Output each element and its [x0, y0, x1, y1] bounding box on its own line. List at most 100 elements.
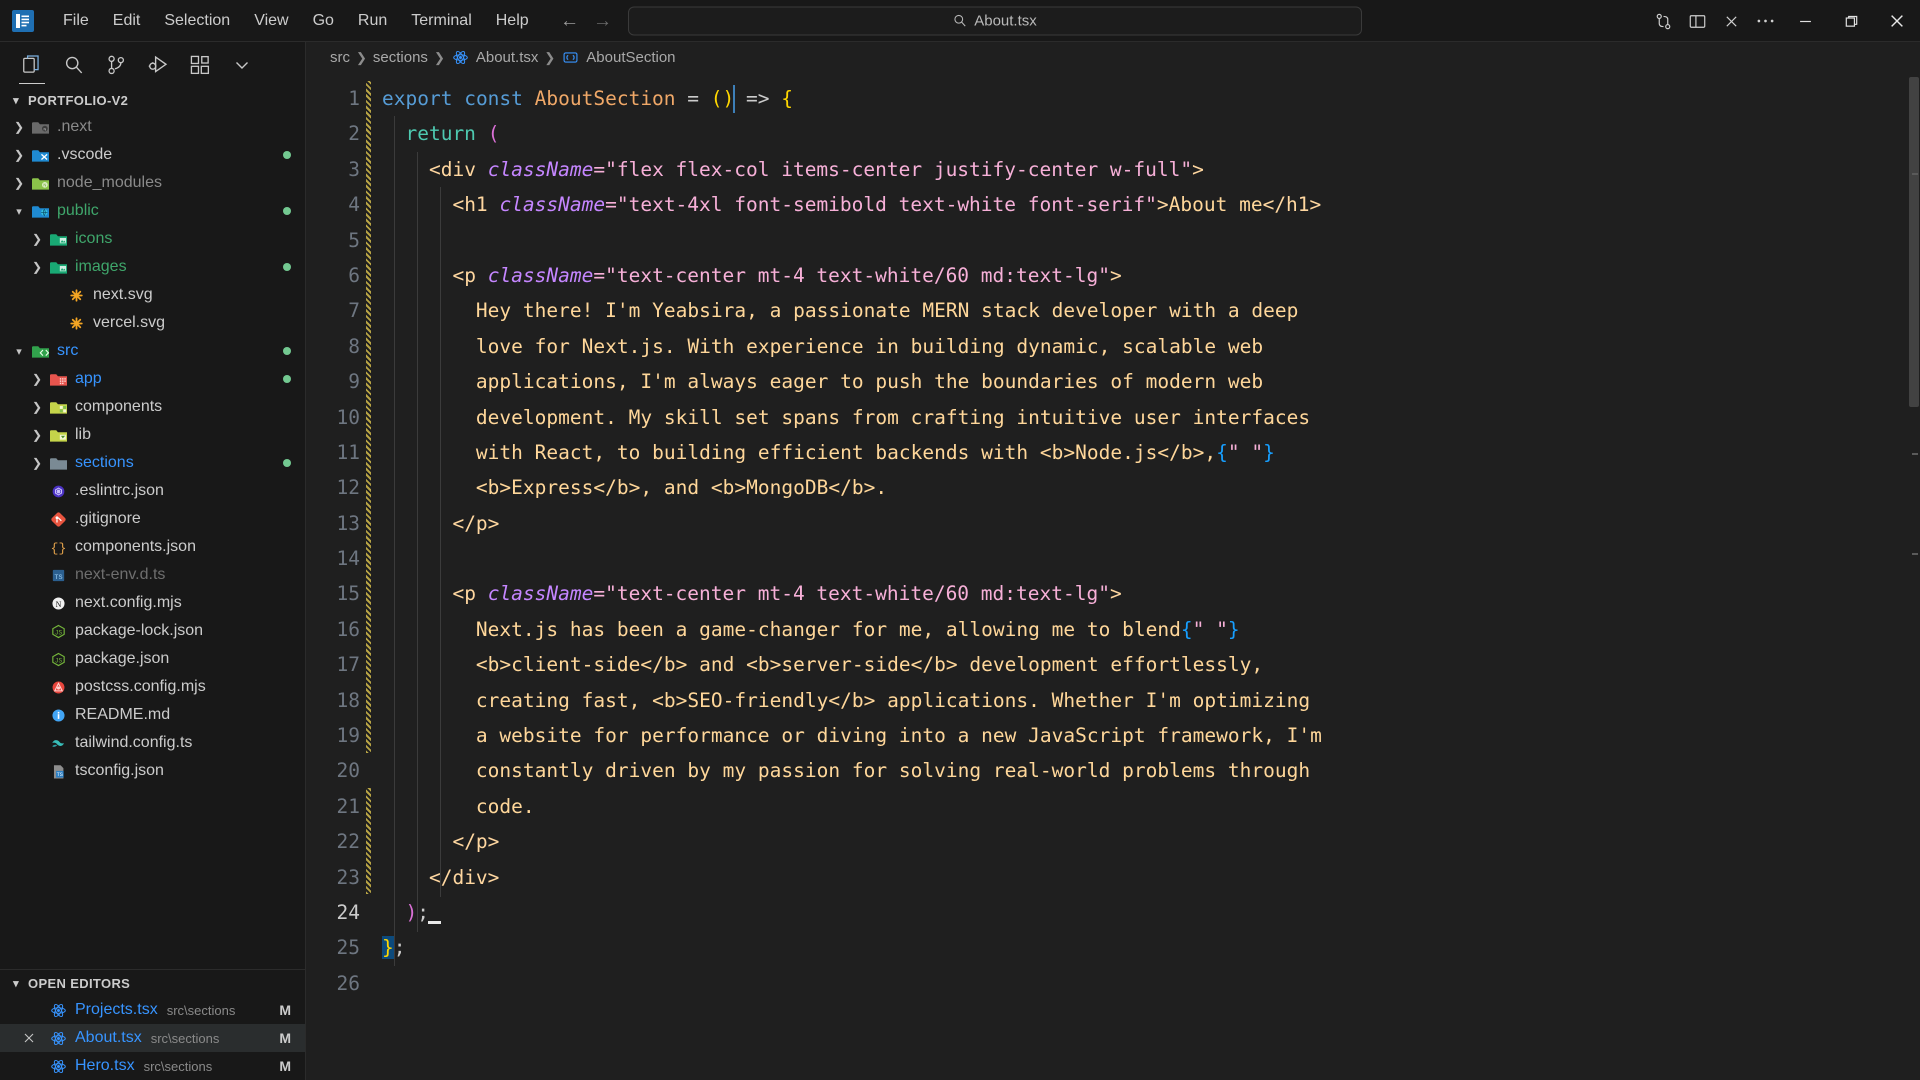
tree-folder-node-modules[interactable]: ❯ Nnode_modules	[0, 169, 305, 197]
code-line[interactable]	[382, 966, 1920, 1001]
code-line[interactable]: export const AboutSection = () => {	[382, 81, 1920, 116]
tree-folder-public[interactable]: ▾ public	[0, 197, 305, 225]
code-content: 1 2 3 4 5 6 7 8 9 10 11 12 13 14 15 16 17 18 19 20 21 22 23 24 2…	[306, 73, 1920, 1001]
code-line[interactable]: constantly driven by my passion for solv…	[382, 753, 1920, 788]
code-line[interactable]: <h1 className="text-4xl font-semibold te…	[382, 187, 1920, 222]
breadcrumb-item-src[interactable]: src	[330, 49, 350, 66]
code-line[interactable]: );	[382, 895, 1920, 930]
minimize-icon[interactable]	[1782, 0, 1828, 42]
code-line[interactable]	[382, 223, 1920, 258]
folder-images-icon	[48, 258, 68, 276]
tree-file-next-config-mjs[interactable]: Nnext.config.mjs	[0, 589, 305, 617]
tree-file-eslintrc-json[interactable]: .eslintrc.json	[0, 477, 305, 505]
tree-file-package-json[interactable]: JS package.json	[0, 645, 305, 673]
tree-folder-app[interactable]: ❯ app	[0, 365, 305, 393]
react-file-icon	[451, 49, 470, 66]
code-line[interactable]: a website for performance or diving into…	[382, 718, 1920, 753]
menu-selection[interactable]: Selection	[153, 8, 241, 34]
tree-file-vercel-svg[interactable]: vercel.svg	[0, 309, 305, 337]
line-number: 9	[348, 370, 360, 394]
fold-slot[interactable]	[366, 895, 382, 930]
explorer-root-header[interactable]: ▾ PORTFOLIO-V2	[0, 87, 305, 113]
menu-run[interactable]: Run	[347, 8, 398, 34]
more-views-chevron-icon[interactable]	[226, 49, 258, 81]
breadcrumb-item-sections[interactable]: sections	[373, 49, 428, 66]
tree-file-tsconfig-json[interactable]: TS tsconfig.json	[0, 757, 305, 785]
code-line[interactable]: </p>	[382, 824, 1920, 859]
fold-slot[interactable]	[366, 966, 382, 1001]
tree-folder-images[interactable]: ❯ images	[0, 253, 305, 281]
open-editor-item[interactable]: About.tsx src\sections M	[0, 1024, 305, 1052]
maximize-icon[interactable]	[1828, 0, 1874, 42]
search-icon[interactable]	[58, 49, 90, 81]
source-control-icon[interactable]	[100, 49, 132, 81]
open-editors-header[interactable]: ▾ OPEN EDITORS	[0, 970, 305, 996]
tree-file-readme-md[interactable]: README.md	[0, 701, 305, 729]
code-line[interactable]: return (	[382, 116, 1920, 151]
code-line[interactable]: <b>client-side</b> and <b>server-side</b…	[382, 647, 1920, 682]
menu-edit[interactable]: Edit	[102, 8, 152, 34]
close-icon[interactable]	[22, 1031, 48, 1045]
tree-file-components-json[interactable]: {} components.json	[0, 533, 305, 561]
close-editor-icon[interactable]	[1714, 0, 1748, 42]
code-line[interactable]: applications, I'm always eager to push t…	[382, 364, 1920, 399]
tree-file-next-svg[interactable]: next.svg	[0, 281, 305, 309]
command-center[interactable]: About.tsx	[628, 6, 1362, 35]
open-editor-path: src\sections	[150, 1030, 220, 1046]
tree-folder-src[interactable]: ▾ src	[0, 337, 305, 365]
code-editor[interactable]: 1 2 3 4 5 6 7 8 9 10 11 12 13 14 15 16 17 18 19 20 21 22 23 24 2…	[306, 73, 1920, 1080]
breadcrumb-item-about-tsx[interactable]: About.tsx	[451, 49, 538, 66]
menu-help[interactable]: Help	[485, 8, 540, 34]
arrow-right-icon[interactable]: →	[593, 11, 612, 30]
code-line[interactable]: };	[382, 930, 1920, 965]
code-lines[interactable]: export const AboutSection = () => { retu…	[382, 73, 1920, 1001]
line-number: 13	[336, 511, 360, 535]
tree-folder-icons[interactable]: ❯ icons	[0, 225, 305, 253]
tree-file-gitignore[interactable]: .gitignore	[0, 505, 305, 533]
tree-folder-vscode[interactable]: ❯ .vscode	[0, 141, 305, 169]
menu-go[interactable]: Go	[302, 8, 345, 34]
code-line[interactable]: development. My skill set spans from cra…	[382, 400, 1920, 435]
code-line[interactable]: <div className="flex flex-col items-cent…	[382, 152, 1920, 187]
tree-folder-components[interactable]: ❯ components	[0, 393, 305, 421]
folder-generic-icon	[48, 454, 68, 472]
code-line[interactable]: <p className="text-center mt-4 text-whit…	[382, 576, 1920, 611]
breadcrumb-item-aboutsection[interactable]: AboutSection	[561, 49, 676, 66]
run-and-debug-icon[interactable]	[142, 49, 174, 81]
code-line[interactable]: </p>	[382, 506, 1920, 541]
code-line[interactable]: Hey there! I'm Yeabsira, a passionate ME…	[382, 293, 1920, 328]
source-control-graph-icon[interactable]	[1646, 0, 1680, 42]
editor-vertical-scrollbar[interactable]	[1906, 73, 1920, 1080]
code-line[interactable]	[382, 541, 1920, 576]
tree-file-next-env-d-ts[interactable]: TS next-env.d.ts	[0, 561, 305, 589]
code-line[interactable]: with React, to building efficient backen…	[382, 435, 1920, 470]
menu-terminal[interactable]: Terminal	[400, 8, 482, 34]
arrow-left-icon[interactable]: ←	[560, 11, 579, 30]
open-editor-item[interactable]: Hero.tsx src\sections M	[0, 1052, 305, 1080]
code-line[interactable]: <p className="text-center mt-4 text-whit…	[382, 258, 1920, 293]
menu-view[interactable]: View	[243, 8, 299, 34]
tree-file-postcss-config-mjs[interactable]: postcss.config.mjs	[0, 673, 305, 701]
tree-file-tailwind-config-ts[interactable]: tailwind.config.ts	[0, 729, 305, 757]
more-actions-icon[interactable]	[1748, 0, 1782, 42]
code-line[interactable]: creating fast, <b>SEO-friendly</b> appli…	[382, 683, 1920, 718]
tree-folder-next[interactable]: ❯ N .next	[0, 113, 305, 141]
code-line[interactable]: code.	[382, 789, 1920, 824]
tree-file-package-lock-json[interactable]: JS package-lock.json	[0, 617, 305, 645]
code-line[interactable]: </div>	[382, 860, 1920, 895]
tree-folder-lib[interactable]: ❯ lib	[0, 421, 305, 449]
code-line[interactable]: love for Next.js. With experience in bui…	[382, 329, 1920, 364]
close-icon[interactable]	[1874, 0, 1920, 42]
fold-slot[interactable]	[366, 930, 382, 965]
toggle-panel-icon[interactable]	[1680, 0, 1714, 42]
tree-folder-sections[interactable]: ❯ sections	[0, 449, 305, 477]
code-line[interactable]: Next.js has been a game-changer for me, …	[382, 612, 1920, 647]
extensions-icon[interactable]	[184, 49, 216, 81]
open-editor-item[interactable]: Projects.tsx src\sections M	[0, 996, 305, 1024]
code-line[interactable]: <b>Express</b>, and <b>MongoDB</b>.	[382, 470, 1920, 505]
line-number-gutter: 1 2 3 4 5 6 7 8 9 10 11 12 13 14 15 16 17 18 19 20 21 22 23 24 2…	[306, 73, 366, 1001]
menu-file[interactable]: File	[52, 8, 100, 34]
typescript-file-icon: TS	[48, 566, 68, 584]
file-tree: ❯ N .next ❯ .vscode ❯ Nnode_modules ▾ public ❯ ico…	[0, 113, 305, 785]
explorer-icon[interactable]	[16, 49, 48, 84]
